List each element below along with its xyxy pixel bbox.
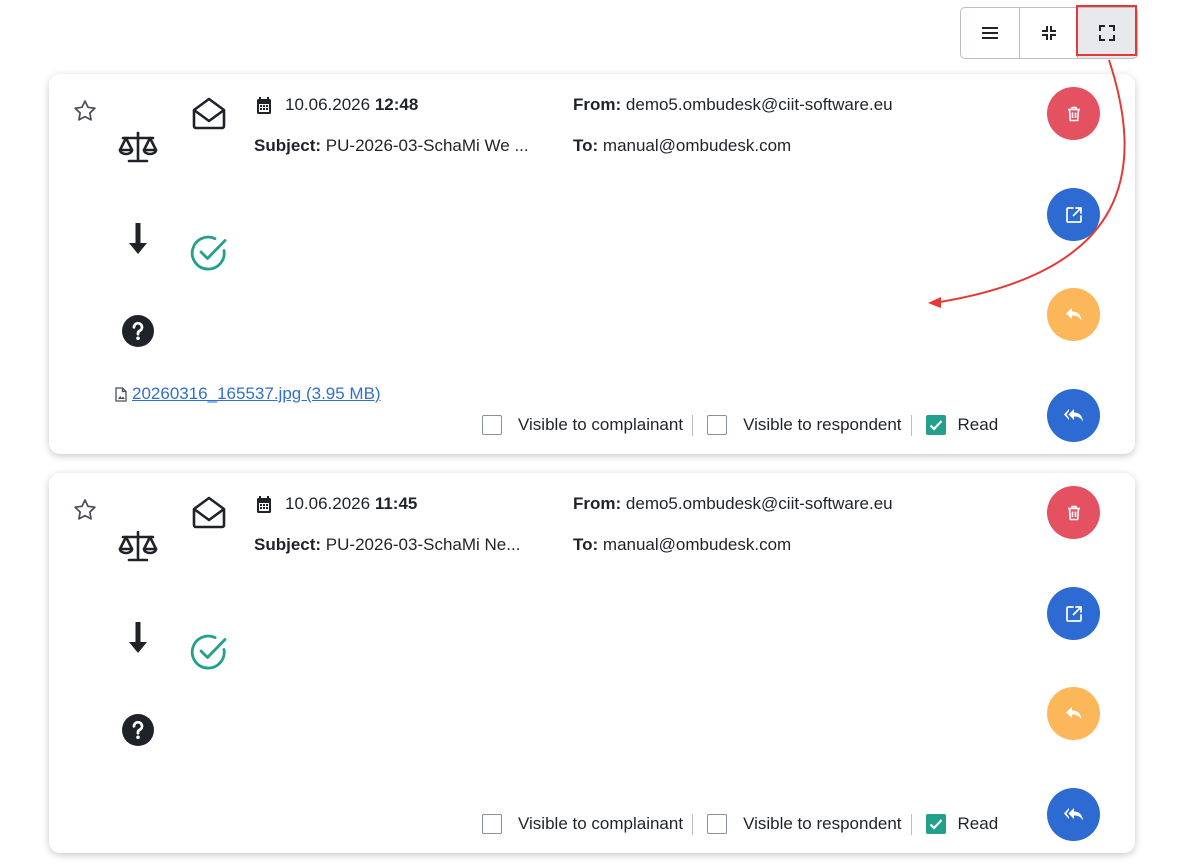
expand-icon [1098, 25, 1115, 41]
compact-view-button[interactable] [1019, 8, 1077, 58]
visible-to-complainant-label: Visible to complainant [518, 415, 684, 434]
visible-to-respondent-checkbox[interactable] [707, 814, 728, 834]
checkmark-icon [929, 420, 942, 431]
message-subject: Subject: PU-2026-03-SchaMi We ... [254, 136, 529, 156]
trash-icon [1067, 505, 1080, 520]
to-value: manual@ombudesk.com [602, 535, 792, 554]
expanded-view-button[interactable] [1077, 8, 1135, 58]
divider [692, 813, 694, 835]
scale-icon [118, 131, 158, 163]
scale-icon [118, 530, 158, 562]
reply-icon [1065, 308, 1081, 321]
message-to: To: manual@ombudesk.com [573, 136, 791, 156]
from-label: From: [573, 494, 622, 513]
arrow-down-icon [129, 223, 147, 254]
read-checkbox[interactable] [925, 814, 946, 834]
visible-to-complainant-label: Visible to complainant [518, 814, 684, 833]
star-icon[interactable] [72, 98, 98, 124]
reply-button[interactable] [1047, 687, 1100, 740]
subject-label: Subject: [254, 535, 322, 554]
divider [910, 813, 912, 835]
to-label: To: [573, 136, 599, 155]
reply-all-icon [1063, 408, 1083, 421]
attachment: 20260316_165537.jpg (3.95 MB) [115, 384, 381, 404]
visible-to-complainant-checkbox[interactable] [482, 415, 502, 435]
external-link-icon [1065, 605, 1082, 622]
time-value: 11:45 [374, 494, 418, 513]
to-label: To: [573, 535, 599, 554]
from-value: demo5.ombudesk@ciit-software.eu [625, 494, 893, 513]
read-checkbox[interactable] [925, 415, 946, 435]
question-circle-icon [122, 714, 154, 746]
read-label: Read [957, 415, 999, 434]
divider [910, 414, 912, 436]
calendar-icon [257, 97, 271, 114]
reply-all-button[interactable] [1047, 389, 1100, 442]
divider [692, 414, 694, 436]
read-label: Read [957, 814, 999, 833]
open-external-button[interactable] [1047, 587, 1100, 640]
list-view-button[interactable] [961, 8, 1019, 58]
check-circle-icon [190, 235, 227, 271]
message-from: From: demo5.ombudesk@ciit-software.eu [573, 95, 893, 115]
message-date: 10.06.2026 12:48 [285, 95, 418, 115]
subject-label: Subject: [254, 136, 322, 155]
envelope-open-icon [192, 97, 226, 130]
attachment-link[interactable]: 20260316_165537.jpg (3.95 MB) [132, 384, 381, 404]
visible-to-complainant-checkbox[interactable] [482, 814, 502, 834]
arrow-down-icon [129, 622, 147, 653]
reply-icon [1065, 707, 1081, 720]
date-value: 10.06.2026 [285, 494, 371, 513]
calendar-icon [257, 496, 271, 513]
message-flags: Visible to complainant Visible to respon… [482, 812, 998, 836]
question-circle-icon [122, 315, 154, 347]
visible-to-respondent-label: Visible to respondent [743, 814, 902, 833]
delete-button[interactable] [1047, 486, 1100, 539]
message-card: 10.06.2026 11:45 Subject: PU-2026-03-Sch… [49, 473, 1135, 853]
open-external-button[interactable] [1047, 188, 1100, 241]
from-label: From: [573, 95, 622, 114]
star-icon[interactable] [72, 497, 98, 523]
reply-all-button[interactable] [1047, 788, 1100, 841]
message-flags: Visible to complainant Visible to respon… [482, 413, 998, 437]
file-image-icon [115, 386, 127, 402]
reply-button[interactable] [1047, 288, 1100, 341]
from-value: demo5.ombudesk@ciit-software.eu [625, 95, 893, 114]
delete-button[interactable] [1047, 87, 1100, 140]
message-subject: Subject: PU-2026-03-SchaMi Ne... [254, 535, 520, 555]
visible-to-respondent-checkbox[interactable] [707, 415, 728, 435]
message-date: 10.06.2026 11:45 [285, 494, 417, 514]
visible-to-respondent-label: Visible to respondent [743, 415, 902, 434]
reply-all-icon [1063, 807, 1083, 820]
list-icon [982, 27, 998, 39]
trash-icon [1067, 106, 1080, 121]
view-mode-toolbar [960, 7, 1138, 59]
message-to: To: manual@ombudesk.com [573, 535, 791, 555]
time-value: 12:48 [374, 95, 419, 114]
external-link-icon [1065, 206, 1082, 223]
check-circle-icon [190, 634, 227, 670]
message-from: From: demo5.ombudesk@ciit-software.eu [573, 494, 893, 514]
to-value: manual@ombudesk.com [602, 136, 792, 155]
collapse-icon [1041, 26, 1056, 40]
message-card: 10.06.2026 12:48 Subject: PU-2026-03-Sch… [49, 74, 1135, 454]
subject-value: PU-2026-03-SchaMi We ... [325, 136, 529, 155]
subject-value: PU-2026-03-SchaMi Ne... [325, 535, 521, 554]
checkmark-icon [929, 819, 942, 830]
envelope-open-icon [192, 496, 226, 529]
date-value: 10.06.2026 [285, 95, 371, 114]
